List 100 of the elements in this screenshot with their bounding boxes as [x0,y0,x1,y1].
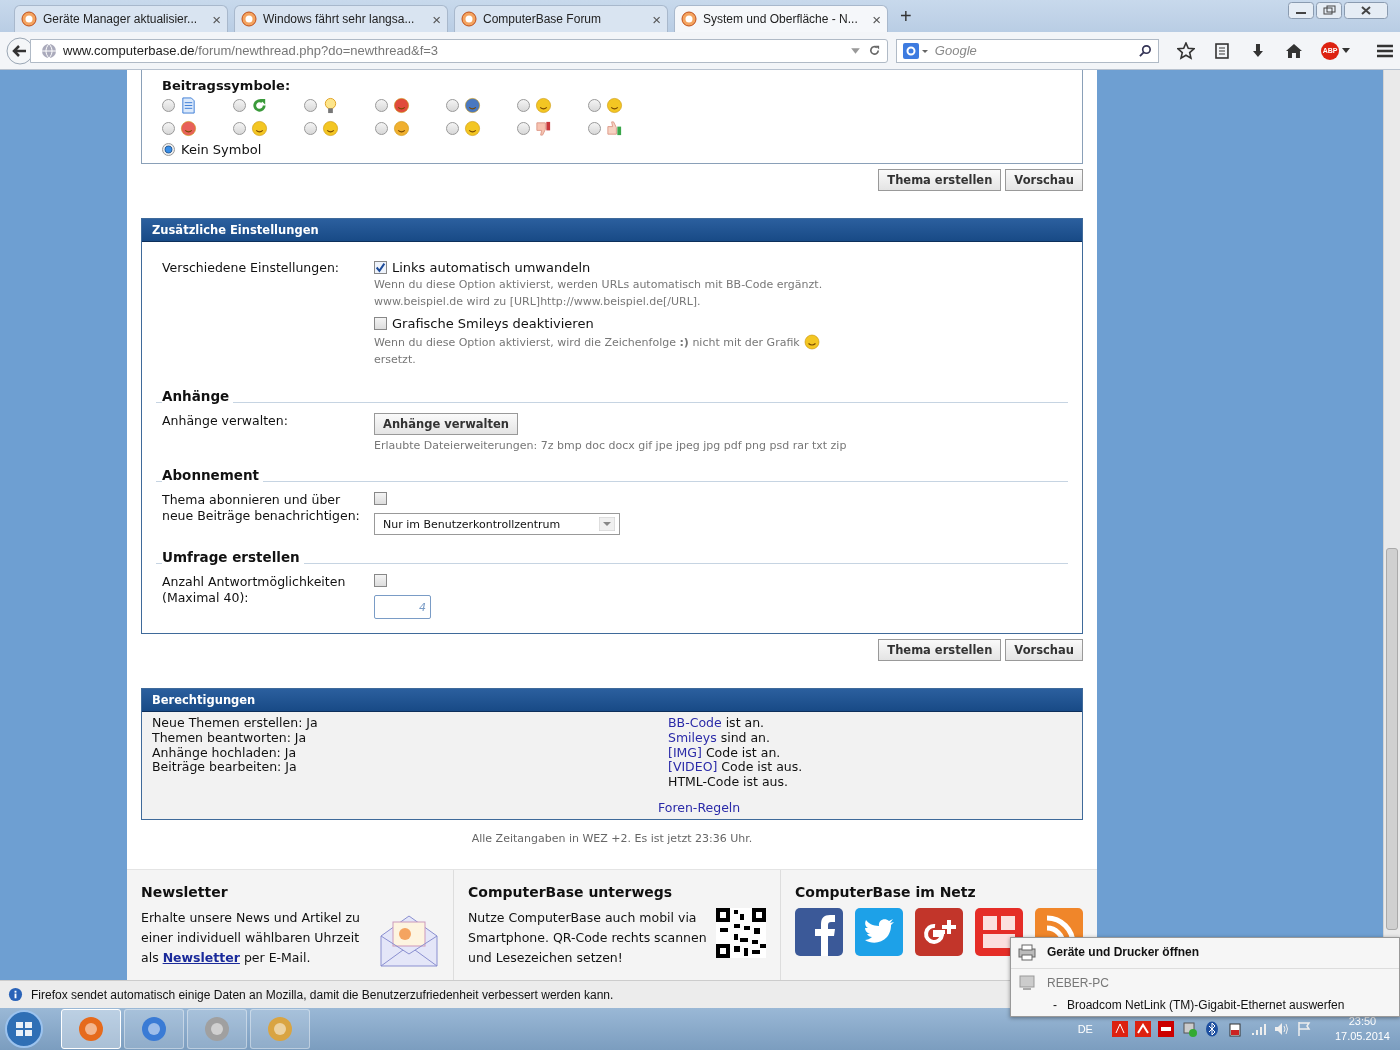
field-label: Anhänge verwalten: [162,413,289,430]
signal-icon[interactable] [1249,1021,1266,1037]
new-tab-button[interactable]: + [900,5,912,28]
manage-attachments-button[interactable]: Anhänge verwalten [374,413,519,435]
flag-icon[interactable] [1295,1021,1312,1037]
popup-menu-item[interactable]: - Broadcom NetLink (TM)-Gigabit-Ethernet auswerfen [1011,998,1399,1012]
permission-text: BB-Code ist an. [668,716,766,731]
site-logo-icon [21,11,37,27]
start-button[interactable] [4,1009,44,1049]
search-engine-icon[interactable] [902,42,929,59]
help-link[interactable]: Smileys [668,729,717,745]
search-field[interactable]: Google [895,38,1160,63]
reload-icon[interactable] [867,44,881,57]
arrow-icon [251,97,268,114]
radio-button[interactable] [162,143,175,156]
section-heading: Abonnement [162,467,264,483]
preview-button[interactable]: Vorschau [1005,639,1083,661]
help-link[interactable]: [IMG] [668,744,702,760]
printer-icon [1017,942,1037,962]
close-window-button[interactable] [1344,2,1388,19]
minimize-button[interactable] [1288,2,1314,19]
facebook-icon[interactable] [795,908,843,956]
footer-heading: ComputerBase unterwegs [468,884,674,900]
caret-icon [1342,47,1351,54]
checkbox[interactable] [374,574,387,587]
computer-name: REBER-PC [1047,975,1109,990]
radio-button[interactable] [446,99,459,112]
option-hint: ersetzt. [374,353,416,367]
close-tab-button[interactable]: × [432,10,441,28]
radio-button[interactable] [588,99,601,112]
permission-text: HTML-Code ist aus. [668,775,789,790]
radio-button[interactable] [162,122,175,135]
field-label: Verschiedene Einstellungen: [162,260,341,277]
browser-tab[interactable]: System und Oberfläche - N... × [674,5,888,32]
control-panel-taskbar-button[interactable] [124,1009,184,1049]
radio-button[interactable] [517,122,530,135]
option-hint: Wenn du diese Option aktivierst, wird die Zeichenfolge :) nicht mit der Grafik [374,336,800,350]
radio-button[interactable] [162,99,175,112]
speaker-taskbar-button[interactable] [187,1009,247,1049]
smiley-icon [803,334,820,350]
create-thread-button[interactable]: Thema erstellen [878,169,1002,191]
section-heading: Anhänge [162,388,234,404]
radio-button[interactable] [233,122,246,135]
permission-text: Smileys sind an. [668,730,772,746]
radio-button[interactable] [375,99,388,112]
twitter-icon[interactable] [855,908,903,956]
notification-select[interactable]: Nur im Benutzerkontrollzentrum [374,513,620,535]
popup-menu-item[interactable]: Geräte und Drucker öffnen [1047,945,1200,959]
close-tab-button[interactable]: × [212,10,221,28]
permission-text: Anhänge hochladen: Ja [152,745,297,761]
radio-button[interactable] [233,99,246,112]
bookmark-star-icon[interactable] [1177,41,1196,60]
field-label: Anzahl Antwortmöglichkeiten (Maximal 40): [162,574,347,607]
radio-button[interactable] [304,99,317,112]
radio-button[interactable] [304,122,317,135]
globe-icon [41,42,57,59]
permission-text: Neue Themen erstellen: Ja [152,716,319,731]
forum-rules-link[interactable]: Foren-Regeln [658,800,741,815]
search-icon[interactable] [1139,44,1153,57]
restore-button[interactable] [1316,2,1342,19]
gplus-icon[interactable] [915,908,963,956]
paint-taskbar-button[interactable] [250,1009,310,1049]
address-field[interactable]: www.computerbase.de/forum/newthread.php?do=newthread&f=3 [30,38,888,63]
checkbox[interactable] [374,317,387,330]
firefox-taskbar-button[interactable] [61,1009,121,1049]
panel-header: Berechtigungen [142,689,1082,712]
radio-button[interactable] [446,122,459,135]
radio-button[interactable] [517,99,530,112]
home-icon[interactable] [1285,41,1304,60]
bookmarks-list-icon[interactable] [1213,41,1232,60]
site-logo-icon [241,11,257,27]
checkbox[interactable] [374,492,387,505]
bulb-icon [322,97,339,114]
allowed-extensions-text: Erlaubte Dateierweiterungen: 7z bmp doc docx gif jpe jpeg jpg pdf png psd rar txt zip [374,439,848,453]
smile-icon [606,97,623,114]
footer-heading: ComputerBase im Netz [795,884,977,900]
info-icon [8,987,23,1002]
close-tab-button[interactable]: × [652,10,661,28]
post-icons-label: Beitragssymbole: [162,78,292,93]
battery-icon[interactable] [1226,1021,1243,1037]
bluetooth-icon[interactable] [1203,1021,1220,1037]
newsletter-link[interactable]: Newsletter [162,950,240,965]
browser-tab[interactable]: ComputerBase Forum × [454,5,668,32]
newsletter-text: Erhalte unsere News und Artikel zu einer individuell wählbaren Uhrzeit als Newsletter per E-Mail. [141,909,361,967]
preview-button[interactable]: Vorschau [1005,169,1083,191]
dropdown-arrow-icon [599,517,615,531]
mobile-text: Nutze ComputerBase auch mobil via Smartphone. QR-Code rechts scannen und Lesezeichen setzen! [468,909,708,967]
create-thread-button[interactable]: Thema erstellen [878,639,1002,661]
radio-button[interactable] [588,122,601,135]
browser-tab[interactable]: Windows fährt sehr langsa... × [234,5,448,32]
radio-button[interactable] [375,122,388,135]
browser-tab[interactable]: Geräte Manager aktualisier... × [14,5,228,32]
option-label: Links automatisch umwandeln [392,260,591,275]
field-label: Thema abonnieren und über neue Beiträge benachrichtigen: [162,492,361,525]
help-link[interactable]: BB-Code [668,715,722,730]
checkbox[interactable] [374,261,387,274]
computer-icon [1017,972,1037,993]
scrollbar-thumb[interactable] [1386,548,1398,930]
close-tab-button[interactable]: × [872,10,881,28]
help-link[interactable]: [VIDEO] [668,759,718,775]
